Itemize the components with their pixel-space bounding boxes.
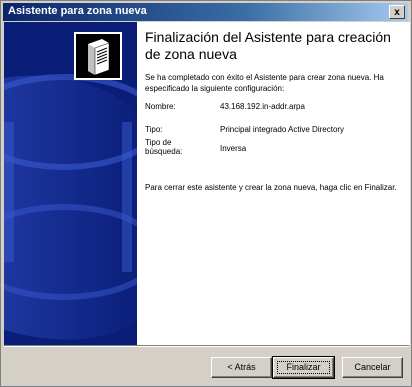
wizard-window: Asistente para zona nueva x Finalización…	[0, 0, 412, 387]
cancel-button[interactable]: Cancelar	[342, 357, 403, 378]
banner-graphic	[4, 22, 137, 345]
server-icon	[74, 32, 122, 80]
setting-label: Nombre:	[145, 102, 176, 111]
finish-button[interactable]: Finalizar	[272, 356, 335, 379]
intro-text: Se ha completado con éxito el Asistente …	[145, 73, 384, 93]
back-button[interactable]: < Atrás	[211, 357, 272, 378]
close-button[interactable]: x	[389, 5, 405, 19]
wizard-content: Finalización del Asistente para creación…	[137, 22, 410, 345]
title-bar[interactable]: Asistente para zona nueva x	[3, 3, 408, 21]
wizard-banner	[4, 22, 137, 345]
setting-label: Tipo de búsqueda:	[145, 138, 183, 156]
button-separator	[4, 345, 409, 347]
setting-value: 43.168.192.in-addr.arpa	[220, 102, 305, 111]
setting-value: Principal integrado Active Directory	[220, 125, 345, 134]
setting-value: Inversa	[220, 144, 247, 153]
setting-label: Tipo:	[145, 125, 163, 134]
focus-ring	[277, 361, 330, 374]
finish-instructions: Para cerrar este asistente y crear la zo…	[145, 183, 397, 192]
page-title: Finalización del Asistente para creación…	[145, 29, 391, 62]
window-title: Asistente para zona nueva	[8, 5, 147, 17]
